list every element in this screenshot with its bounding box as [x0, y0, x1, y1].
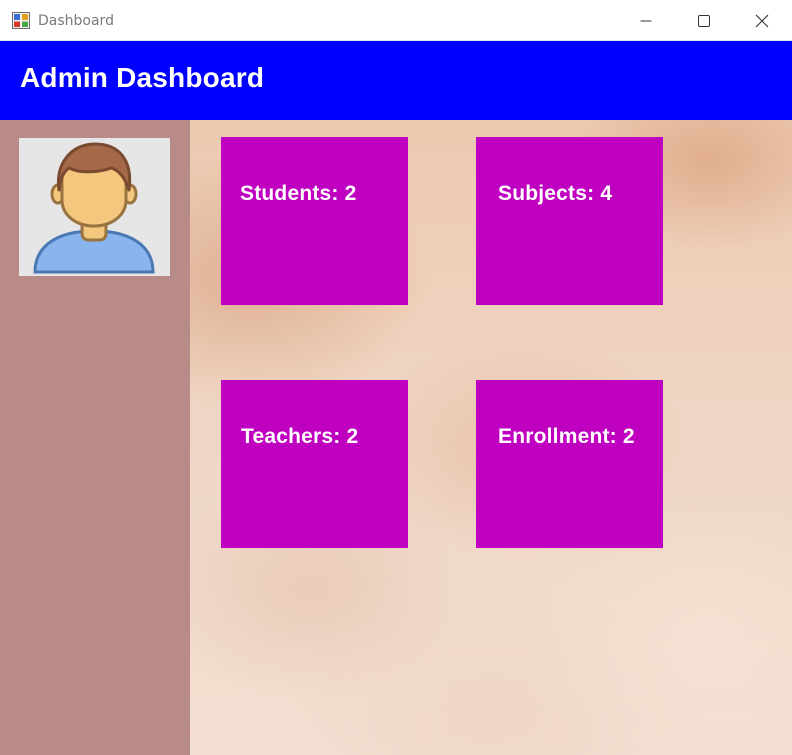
- dashboard-content: Students: 2 Subjects: 4 Teachers: 2 Enro…: [190, 120, 792, 755]
- app-icon: [12, 12, 30, 29]
- close-icon: [755, 14, 769, 27]
- avatar[interactable]: [19, 138, 170, 276]
- sidebar: [0, 120, 190, 755]
- students-tile[interactable]: Students: 2: [221, 137, 408, 305]
- students-count-label: Students: 2: [240, 182, 357, 205]
- dashboard-header: Admin Dashboard: [0, 41, 792, 120]
- close-button[interactable]: [733, 0, 791, 41]
- teachers-count-label: Teachers: 2: [241, 425, 359, 448]
- minimize-icon: [640, 20, 652, 21]
- subjects-tile[interactable]: Subjects: 4: [476, 137, 663, 305]
- minimize-button[interactable]: [617, 0, 675, 41]
- app-window: Dashboard Admin Dashboard Students: 2 Su…: [0, 0, 792, 755]
- user-avatar-icon: [33, 142, 155, 274]
- window-title: Dashboard: [38, 13, 114, 29]
- title-bar[interactable]: Dashboard: [0, 0, 792, 41]
- enrollment-count-label: Enrollment: 2: [498, 425, 635, 448]
- teachers-tile[interactable]: Teachers: 2: [221, 380, 408, 548]
- enrollment-tile[interactable]: Enrollment: 2: [476, 380, 663, 548]
- maximize-icon: [698, 14, 710, 27]
- page-title: Admin Dashboard: [20, 62, 265, 93]
- maximize-button[interactable]: [675, 0, 733, 41]
- subjects-count-label: Subjects: 4: [498, 182, 613, 205]
